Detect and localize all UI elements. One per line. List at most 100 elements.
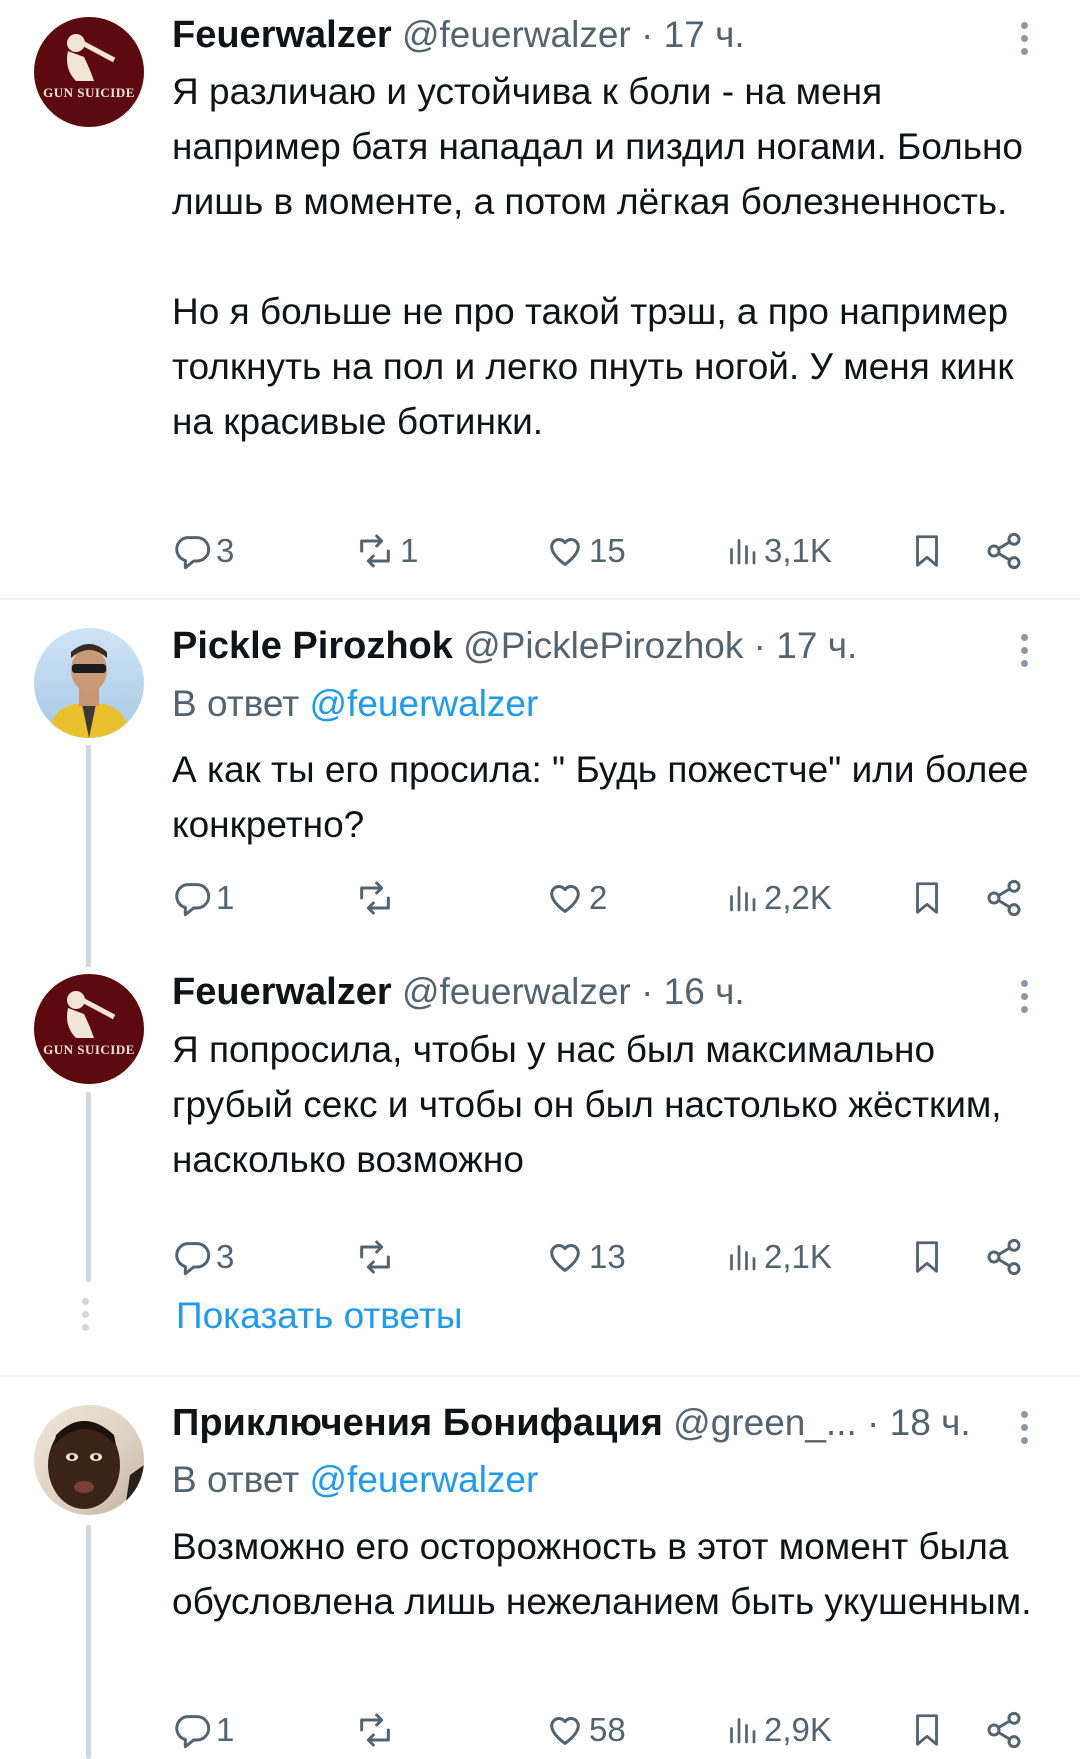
views-button[interactable]: 2,1K bbox=[724, 1234, 832, 1280]
like-button[interactable]: 13 bbox=[545, 1234, 626, 1280]
author-name[interactable]: Feuerwalzer bbox=[172, 14, 392, 56]
tweet-header: Feuerwalzer @feuerwalzer · 17 ч. bbox=[172, 13, 745, 57]
author-handle[interactable]: @feuerwalzer bbox=[402, 14, 631, 55]
bookmark-icon bbox=[916, 1241, 938, 1273]
like-button[interactable]: 15 bbox=[545, 528, 626, 574]
like-button[interactable]: 2 bbox=[545, 875, 607, 921]
tweet-4[interactable]: Приключения Бонифация @green_... · 18 ч.… bbox=[0, 1377, 1080, 1759]
bookmark-button[interactable] bbox=[908, 875, 946, 921]
heart-icon bbox=[550, 885, 580, 913]
author-name[interactable]: Приключения Бонифация bbox=[172, 1402, 663, 1444]
reply-icon bbox=[175, 1242, 211, 1276]
views-icon bbox=[730, 1718, 756, 1744]
avatar[interactable]: GUN SUICIDE bbox=[34, 974, 144, 1084]
retweet-button[interactable] bbox=[354, 1707, 400, 1753]
views-button[interactable]: 3,1K bbox=[724, 528, 832, 574]
tweet-header: Приключения Бонифация @green_... · 18 ч. bbox=[172, 1401, 971, 1445]
reply-button[interactable]: 3 bbox=[172, 1234, 234, 1280]
avatar[interactable]: GUN SUICIDE bbox=[34, 17, 144, 127]
figure-icon bbox=[67, 34, 116, 81]
reply-button[interactable]: 1 bbox=[172, 1707, 234, 1753]
heart-icon bbox=[550, 1717, 580, 1745]
tweet-1[interactable]: GUN SUICIDE Feuerwalzer @feuerwalzer · 1… bbox=[0, 0, 1080, 598]
retweet-button[interactable]: 1 bbox=[354, 528, 418, 574]
views-count: 3,1K bbox=[764, 532, 832, 569]
retweet-icon bbox=[360, 1713, 390, 1747]
more-options-icon[interactable] bbox=[1014, 628, 1034, 672]
author-handle[interactable]: @green_... bbox=[673, 1402, 857, 1443]
more-options-icon[interactable] bbox=[1014, 16, 1034, 60]
tweet-header: Pickle Pirozhok @PicklePirozhok · 17 ч. bbox=[172, 624, 857, 668]
separator-dot: · bbox=[867, 1402, 880, 1443]
share-icon bbox=[987, 879, 1021, 917]
share-button[interactable] bbox=[984, 528, 1024, 574]
like-count: 2 bbox=[589, 879, 608, 916]
bookmark-button[interactable] bbox=[908, 1707, 946, 1753]
tweet-text: А как ты его просила: " Будь пожестче" и… bbox=[172, 749, 1029, 845]
more-replies-dots-icon bbox=[82, 1298, 89, 1331]
share-icon bbox=[987, 1238, 1021, 1276]
share-icon bbox=[987, 532, 1021, 570]
share-button[interactable] bbox=[984, 1234, 1024, 1280]
author-handle[interactable]: @PicklePirozhok bbox=[463, 625, 743, 666]
author-name[interactable]: Pickle Pirozhok bbox=[172, 625, 453, 667]
views-icon bbox=[730, 886, 756, 912]
retweet-button[interactable] bbox=[354, 1234, 400, 1280]
reply-mention-link[interactable]: @feuerwalzer bbox=[310, 1459, 539, 1500]
views-icon bbox=[730, 1245, 756, 1271]
tweet-3[interactable]: GUN SUICIDE Feuerwalzer @feuerwalzer · 1… bbox=[0, 970, 1080, 1300]
timestamp[interactable]: 17 ч. bbox=[664, 14, 745, 55]
timestamp[interactable]: 18 ч. bbox=[890, 1402, 971, 1443]
avatar[interactable] bbox=[34, 1405, 144, 1515]
share-button[interactable] bbox=[984, 875, 1024, 921]
views-button[interactable]: 2,9K bbox=[724, 1707, 832, 1753]
views-button[interactable]: 2,2K bbox=[724, 875, 832, 921]
views-icon bbox=[730, 539, 756, 565]
timestamp[interactable]: 16 ч. bbox=[664, 971, 745, 1012]
more-options-icon[interactable] bbox=[1014, 1405, 1034, 1449]
tweet-actions: 1 2 2,2K bbox=[0, 875, 1080, 921]
retweet-icon bbox=[360, 534, 390, 568]
share-button[interactable] bbox=[984, 1707, 1024, 1753]
avatar[interactable] bbox=[34, 628, 144, 738]
reply-count: 1 bbox=[216, 879, 235, 916]
reply-icon bbox=[175, 1715, 211, 1749]
tweet-actions: 1 58 2,9K bbox=[0, 1707, 1080, 1753]
more-options-icon[interactable] bbox=[1014, 974, 1034, 1018]
author-handle[interactable]: @feuerwalzer bbox=[402, 971, 631, 1012]
person-photo bbox=[48, 644, 130, 738]
reply-icon bbox=[175, 883, 211, 917]
reply-button[interactable]: 3 bbox=[172, 528, 234, 574]
reply-prefix: В ответ bbox=[172, 683, 300, 724]
retweet-icon bbox=[360, 1240, 390, 1274]
tweet-text: Возможно его осторожность в этот момент … bbox=[172, 1526, 1032, 1622]
separator-dot: · bbox=[753, 625, 766, 666]
views-count: 2,9K bbox=[764, 1711, 832, 1748]
bookmark-button[interactable] bbox=[908, 1234, 946, 1280]
reply-prefix: В ответ bbox=[172, 1459, 300, 1500]
like-count: 15 bbox=[589, 532, 626, 569]
reply-count: 1 bbox=[216, 1711, 235, 1748]
like-count: 58 bbox=[589, 1711, 626, 1748]
reply-mention-link[interactable]: @feuerwalzer bbox=[310, 683, 539, 724]
heart-icon bbox=[550, 1244, 580, 1272]
show-replies-link[interactable]: Показать ответы bbox=[176, 1294, 462, 1338]
author-name[interactable]: Feuerwalzer bbox=[172, 971, 392, 1013]
reply-button[interactable]: 1 bbox=[172, 875, 234, 921]
retweet-icon bbox=[360, 881, 390, 915]
views-count: 2,2K bbox=[764, 879, 832, 916]
separator-dot: · bbox=[641, 971, 654, 1012]
views-count: 2,1K bbox=[764, 1238, 832, 1275]
reply-count: 3 bbox=[216, 532, 235, 569]
like-count: 13 bbox=[589, 1238, 626, 1275]
timestamp[interactable]: 17 ч. bbox=[776, 625, 857, 666]
like-button[interactable]: 58 bbox=[545, 1707, 626, 1753]
avatar-label: GUN SUICIDE bbox=[43, 1042, 135, 1057]
reply-context: В ответ @feuerwalzer bbox=[172, 1458, 538, 1502]
share-icon bbox=[987, 1711, 1021, 1749]
bookmark-button[interactable] bbox=[908, 528, 946, 574]
tweet-2[interactable]: Pickle Pirozhok @PicklePirozhok · 17 ч. … bbox=[0, 600, 1080, 970]
tweet-text: Я различаю и устойчива к боли - на меня … bbox=[172, 71, 1023, 442]
figure-icon bbox=[67, 991, 116, 1038]
retweet-button[interactable] bbox=[354, 875, 400, 921]
